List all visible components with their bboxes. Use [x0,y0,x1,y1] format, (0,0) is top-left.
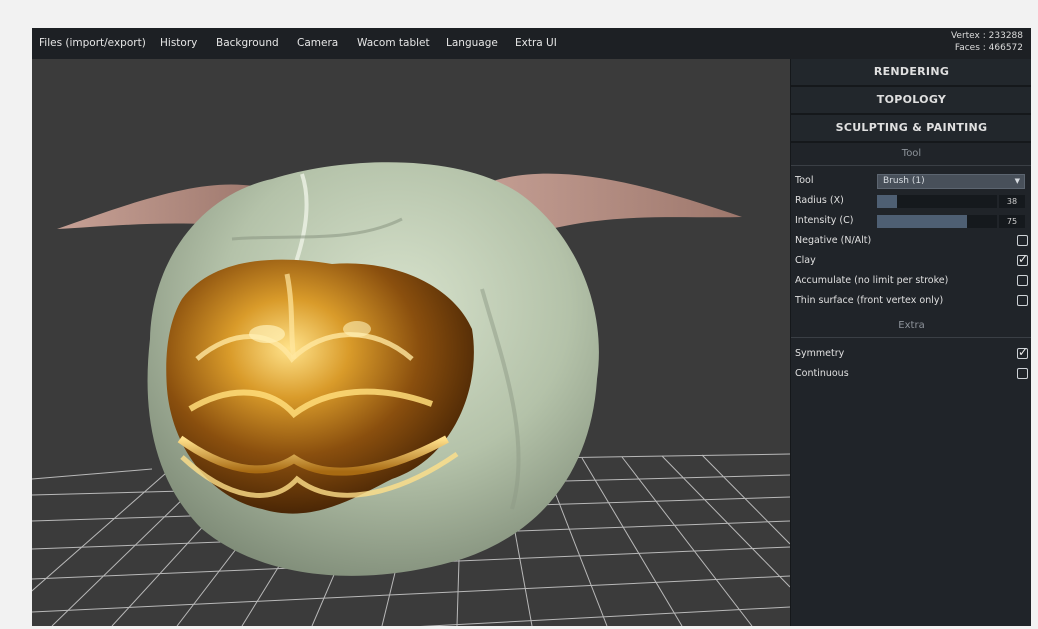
menu-history[interactable]: History [160,28,197,59]
symmetry-label: Symmetry [795,348,845,359]
menu-wacom-tablet[interactable]: Wacom tablet [357,28,430,59]
vertex-count: Vertex : 233288 [950,31,1023,41]
clay-row: Clay ✓ [791,251,1031,271]
menu-camera[interactable]: Camera [297,28,338,59]
symmetry-checkbox[interactable]: ✓ [1017,345,1029,359]
section-sculpting-painting[interactable]: SCULPTING & PAINTING [791,115,1031,143]
section-topology[interactable]: TOPOLOGY [791,87,1031,115]
sculptgl-app: Files (import/export) History Background… [32,28,1031,626]
clay-label: Clay [795,255,816,266]
checkmark-icon: ✓ [1018,345,1029,359]
tool-select-value: Brush (1) [883,176,925,186]
tool-select[interactable]: Brush (1) ▼ [877,174,1025,189]
thin-surface-row: Thin surface (front vertex only) [791,291,1031,311]
menu-extra-ui[interactable]: Extra UI [515,28,557,59]
continuous-checkbox[interactable] [1017,368,1028,379]
checkmark-icon: ✓ [1018,252,1029,266]
radius-slider[interactable] [877,195,997,208]
3d-viewport[interactable] [32,59,790,626]
menu-bar: Files (import/export) History Background… [32,28,1031,59]
radius-slider-fill [877,195,898,208]
tool-row: Tool Brush (1) ▼ [791,171,1031,191]
accumulate-label: Accumulate (no limit per stroke) [795,275,949,286]
mesh-stats: Vertex : 233288 Faces : 466572 [951,30,1023,54]
clay-checkbox[interactable]: ✓ [1017,252,1029,266]
intensity-label: Intensity (C) [795,215,854,226]
sculpt-model [57,162,742,576]
extra-group-header: Extra [791,315,1031,338]
radius-row: Radius (X) 38 [791,191,1031,211]
faces-count: Faces : 466572 [954,43,1023,53]
negative-checkbox[interactable] [1017,235,1028,246]
radius-value[interactable]: 38 [999,195,1025,208]
thin-surface-checkbox[interactable] [1017,295,1028,306]
continuous-row: Continuous [791,364,1031,384]
viewport-canvas[interactable] [32,59,790,626]
menu-files[interactable]: Files (import/export) [39,28,146,59]
tool-group-header: Tool [791,143,1031,166]
section-rendering[interactable]: RENDERING [791,59,1031,87]
intensity-value[interactable]: 75 [999,215,1025,228]
side-panel: RENDERING TOPOLOGY SCULPTING & PAINTING … [790,59,1031,626]
negative-label: Negative (N/Alt) [795,235,872,246]
intensity-slider[interactable] [877,215,997,228]
continuous-label: Continuous [795,368,849,379]
menu-language[interactable]: Language [446,28,498,59]
accumulate-checkbox[interactable] [1017,275,1028,286]
menu-background[interactable]: Background [216,28,279,59]
tool-label: Tool [795,175,814,186]
dropdown-arrow-icon: ▼ [1014,177,1020,185]
symmetry-row: Symmetry ✓ [791,344,1031,364]
intensity-slider-fill [877,215,967,228]
thin-surface-label: Thin surface (front vertex only) [795,295,944,306]
negative-row: Negative (N/Alt) [791,231,1031,251]
radius-label: Radius (X) [795,195,844,206]
accumulate-row: Accumulate (no limit per stroke) [791,271,1031,291]
intensity-row: Intensity (C) 75 [791,211,1031,231]
